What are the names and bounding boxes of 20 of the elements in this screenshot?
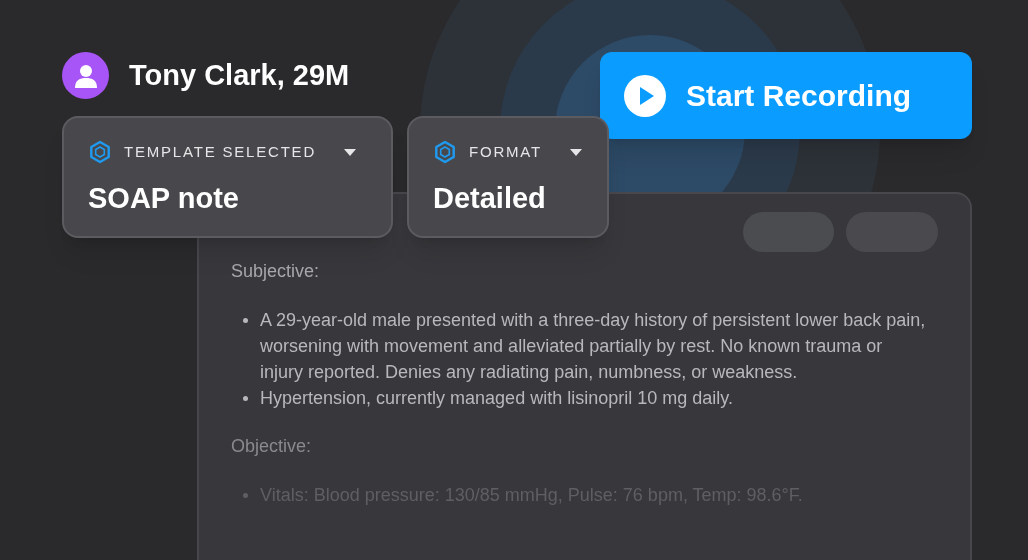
hexagon-logo-icon [88,140,112,164]
caret-icon [570,148,582,156]
note-text: A 29-year-old male presented with a three-day history of persistent lower back pain, worsening with movement and alleviated partially by rest. No known trauma or injury reported. Denies any radiating pain, numbness, or weakness. [260,309,927,384]
section-heading: Objective: [231,435,313,458]
dropdown-value: SOAP note [88,181,240,216]
note-text: Hypertension, currently managed with lisinopril 10 mg daily. [260,387,734,410]
dropdown-label: FORMAT [469,141,542,162]
hexagon-logo-icon [433,140,457,164]
dropdown-value: Detailed [433,181,547,216]
caret-icon [344,148,357,156]
dropdown-label: TEMPLATE SELECTED [124,141,317,162]
patient-name: Tony Clark, 29M [129,57,350,93]
dropdown-card[interactable]: TEMPLATE SELECTED SOAP note [62,116,393,239]
section-heading: Subjective: [231,260,321,283]
person-icon [74,63,97,88]
bullet-icon [243,493,248,498]
play-icon [624,74,666,117]
bullet-icon [243,396,248,401]
bullet-icon [243,318,248,323]
dropdown-card[interactable]: FORMAT Detailed [407,116,609,239]
